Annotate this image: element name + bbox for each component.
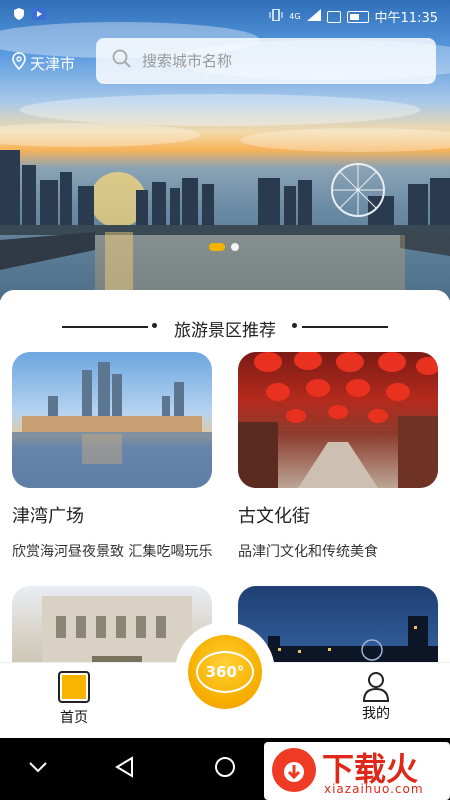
- signal-icon: [306, 8, 321, 25]
- spot-name: 古文化街: [238, 506, 310, 527]
- bullet-right: [292, 323, 297, 328]
- home-icon: [58, 671, 90, 703]
- banner-pagination: [209, 243, 239, 251]
- spot-desc: 欣赏海河昼夜景致 汇集吃喝玩乐: [12, 544, 213, 560]
- network-type-label: 4G: [289, 12, 301, 21]
- tab-mine-label: 我的: [362, 706, 390, 722]
- flame-logo-icon: [272, 748, 316, 792]
- spot-name: 津湾广场: [12, 506, 84, 527]
- user-icon: [336, 671, 416, 703]
- city-selector[interactable]: 天津市: [12, 52, 75, 74]
- location-pin-icon: [12, 52, 26, 74]
- spot-card-1[interactable]: 津湾广场 欣赏海河昼夜景致 汇集吃喝玩乐: [12, 352, 214, 562]
- divider-right: [302, 326, 388, 328]
- spot-card-2[interactable]: 古文化街 品津门文化和传统美食: [238, 352, 440, 562]
- home-circle-icon[interactable]: [214, 756, 236, 778]
- pagination-dot-active[interactable]: [209, 243, 225, 251]
- panorama-360-button[interactable]: 360°: [188, 635, 262, 709]
- back-icon[interactable]: [114, 756, 136, 778]
- spot-image: [238, 352, 438, 488]
- spot-desc: 品津门文化和传统美食: [238, 544, 378, 560]
- clock: 中午11:35: [374, 11, 438, 26]
- sim-icon: [326, 10, 341, 23]
- panorama-360-label: 360°: [205, 663, 245, 681]
- spot-image: [12, 352, 212, 488]
- panorama-360-icon: 360°: [196, 651, 254, 693]
- tab-home-label: 首页: [60, 710, 88, 726]
- watermark-site: xiazaihuo.com: [324, 782, 424, 796]
- city-name: 天津市: [30, 54, 76, 73]
- tab-mine[interactable]: 我的: [336, 671, 416, 723]
- search-icon: [112, 49, 132, 73]
- video-app-icon: [32, 8, 46, 24]
- search-input[interactable]: [140, 51, 414, 71]
- pagination-dot[interactable]: [231, 243, 239, 251]
- search-bar[interactable]: [96, 38, 436, 84]
- battery-icon: [346, 10, 369, 23]
- main-content: 旅游景区推荐 津湾广场 欣赏海河昼夜景致 汇集吃喝玩乐 古文化街 品津门文化和传…: [0, 290, 450, 662]
- shield-icon: [14, 8, 24, 24]
- watermark: 下载火 xiazaihuo.com: [264, 742, 450, 800]
- tab-home[interactable]: 首页: [34, 671, 114, 727]
- status-bar: 4G 中午11:35: [0, 0, 450, 30]
- hide-keyboard-icon[interactable]: [28, 760, 48, 774]
- vibrate-icon: [269, 7, 283, 25]
- section-title: 旅游景区推荐: [174, 321, 276, 341]
